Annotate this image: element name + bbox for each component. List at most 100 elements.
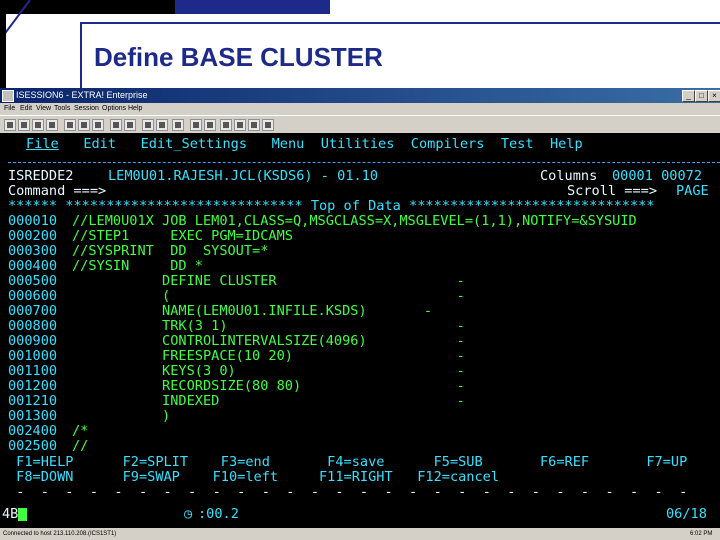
cursor-block-icon [18, 507, 28, 521]
code-line[interactable]: RECORDSIZE(80 80) - [72, 379, 465, 394]
hotspot-icon[interactable] [204, 119, 216, 131]
function-keys-row-1[interactable]: F1=HELP F2=SPLIT F3=end F4=save F5=SUB F… [8, 455, 687, 470]
line-number: 000700 [8, 303, 58, 319]
slide-decor-diagonal [0, 0, 80, 88]
line-number: 000200 [8, 228, 58, 244]
menu-session[interactable]: Session [74, 105, 99, 112]
menu-edit[interactable]: Edit [20, 105, 32, 112]
code-line[interactable]: //STEP1 EXEC PGM=IDCAMS [72, 229, 293, 244]
columns-label: Columns [540, 168, 598, 184]
dash-separator-row: - - - - - - - - - - - - - - - - - - - - … [8, 484, 688, 500]
code-line[interactable]: KEYS(3 0) - [72, 364, 465, 379]
code-line[interactable]: //SYSPRINT DD SYSOUT=* [72, 244, 268, 259]
window-menubar: File Edit View Tools Session Options Hel… [0, 103, 720, 115]
menu-view[interactable]: View [36, 105, 51, 112]
connection-status: Connected to host 213.110.208.(ICS1ST1) [3, 531, 117, 537]
open-icon[interactable] [18, 119, 30, 131]
line-number: 001300 [8, 408, 58, 424]
status-clock: 6:02 PM [690, 531, 713, 537]
help-icon[interactable] [262, 119, 274, 131]
display-icon[interactable] [234, 119, 246, 131]
code-line[interactable]: DEFINE CLUSTER - [72, 274, 465, 289]
line-number: 001210 [8, 393, 58, 409]
ispf-menu-compilers[interactable]: Compilers [411, 136, 485, 152]
line-number: 000600 [8, 288, 58, 304]
menu-help[interactable]: Help [128, 105, 142, 112]
line-number: 002500 [8, 438, 58, 454]
line-number: 001100 [8, 363, 58, 379]
menu-file[interactable]: File [4, 105, 15, 112]
code-line[interactable]: TRK(3 1) - [72, 319, 465, 334]
connect-icon[interactable] [248, 119, 260, 131]
ispf-menu-edit[interactable]: Edit [83, 136, 116, 152]
code-line[interactable]: //SYSIN DD * [72, 259, 203, 274]
macro-icon[interactable] [142, 119, 154, 131]
ispf-menu-edit-settings[interactable]: Edit_Settings [141, 136, 247, 152]
line-number: 001200 [8, 378, 58, 394]
line-number: 000900 [8, 333, 58, 349]
ispf-menu-help[interactable]: Help [550, 136, 583, 152]
record-icon[interactable] [156, 119, 168, 131]
settings-icon[interactable] [220, 119, 232, 131]
command-label: Command ===> [8, 183, 107, 199]
code-line[interactable]: FREESPACE(10 20) - [72, 349, 465, 364]
code-line[interactable]: ( - [72, 289, 465, 304]
line-number: 001000 [8, 348, 58, 364]
menu-separator [8, 162, 720, 163]
paste-icon[interactable] [92, 119, 104, 131]
code-line[interactable]: INDEXED - [72, 394, 465, 409]
slide-decor-left-bar [0, 14, 6, 88]
line-number: 000400 [8, 258, 58, 274]
stop-icon[interactable] [172, 119, 184, 131]
close-button[interactable]: × [708, 90, 720, 102]
top-of-data-line: ****** ***************************** Top… [8, 199, 655, 214]
slide-decor-bar [0, 0, 720, 14]
code-line[interactable]: /* [72, 424, 88, 439]
send-file-icon[interactable] [110, 119, 122, 131]
copy-icon[interactable] [78, 119, 90, 131]
maximize-button[interactable]: □ [695, 90, 708, 102]
print-icon[interactable] [46, 119, 58, 131]
cut-icon[interactable] [64, 119, 76, 131]
toolbar [0, 115, 720, 135]
window-titlebar[interactable]: ISESSION6 - EXTRA! Enterprise _ □ × [0, 88, 720, 103]
scroll-value[interactable]: PAGE [676, 184, 709, 199]
window-statusbar: Connected to host 213.110.208.(ICS1ST1) … [0, 530, 720, 540]
new-icon[interactable] [4, 119, 16, 131]
save-icon[interactable] [32, 119, 44, 131]
minimize-button[interactable]: _ [682, 90, 695, 102]
menu-tools[interactable]: Tools [54, 105, 70, 112]
window-title: ISESSION6 - EXTRA! Enterprise [16, 90, 148, 100]
columns-value: 00001 00072 [612, 168, 703, 184]
line-number: 000300 [8, 243, 58, 259]
cursor-position: 06/18 [666, 506, 707, 522]
ispf-menu-menu[interactable]: Menu [272, 136, 305, 152]
ispf-menu-test[interactable]: Test [501, 136, 534, 152]
code-line[interactable]: // [72, 439, 88, 454]
ispf-menu-file[interactable]: File [26, 136, 59, 152]
code-line[interactable]: ) [72, 409, 170, 424]
ispf-menu-utilities[interactable]: Utilities [321, 136, 395, 152]
panel-id: ISREDDE2 [8, 168, 74, 184]
receive-file-icon[interactable] [124, 119, 136, 131]
line-number: 000500 [8, 273, 58, 289]
code-line[interactable]: CONTROLINTERVALSIZE(4096) - [72, 334, 465, 349]
keyboard-icon[interactable] [190, 119, 202, 131]
terminal-window: ISESSION6 - EXTRA! Enterprise _ □ × File… [0, 88, 720, 540]
scroll-label: Scroll ===> [567, 183, 658, 199]
line-number: 000800 [8, 318, 58, 334]
app-icon [2, 90, 14, 102]
code-line[interactable]: //LEM0U01X JOB LEM01,CLASS=Q,MSGCLASS=X,… [72, 214, 637, 229]
slide-title: Define BASE CLUSTER [94, 42, 383, 72]
ispf-menubar: File Edit Edit_Settings Menu Utilities C… [26, 137, 583, 152]
elapsed-time: :00.2 [198, 506, 239, 522]
code-line[interactable]: NAME(LEM0U01.INFILE.KSDS) - [72, 304, 432, 319]
line-number: 000010 [8, 213, 58, 229]
session-tag: 4B [2, 506, 19, 522]
terminal-screen[interactable]: File Edit Edit_Settings Menu Utilities C… [0, 133, 720, 528]
line-number: 002400 [8, 423, 58, 439]
command-input[interactable] [120, 184, 520, 199]
function-keys-row-2[interactable]: F8=DOWN F9=SWAP F10=left F11=RIGHT F12=c… [8, 470, 499, 485]
dataset-name: LEM0U01.RAJESH.JCL(KSDS6) - 01.10 [108, 168, 379, 184]
menu-options[interactable]: Options [102, 105, 126, 112]
